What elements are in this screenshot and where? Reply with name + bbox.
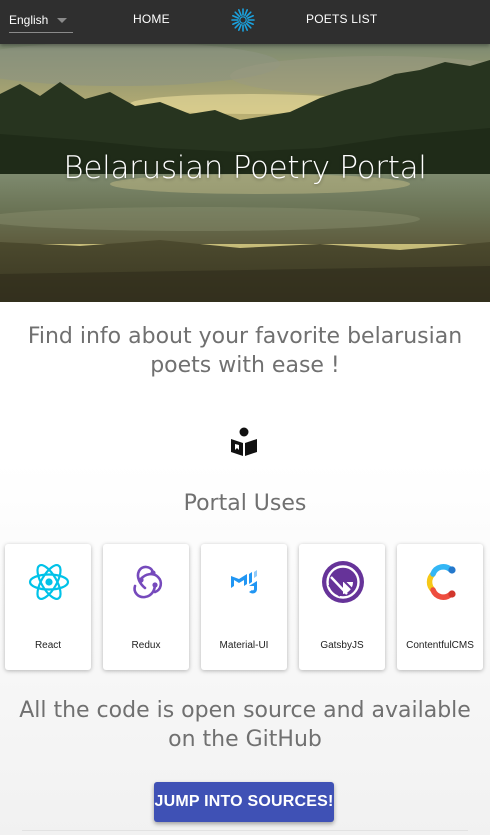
hero-title: Belarusian Poetry Portal — [63, 150, 427, 186]
hero-banner: Belarusian Poetry Portal — [0, 44, 490, 302]
redux-icon — [133, 565, 163, 599]
jump-into-sources-button[interactable]: JUMP INTO SOURCES! — [154, 782, 334, 822]
top-navbar: English HOME POETS LIST — [0, 0, 490, 44]
main-content: Find info about your favorite belarusian… — [0, 302, 490, 835]
card-label: React — [34, 640, 62, 651]
sunburst-logo-icon[interactable] — [230, 7, 256, 33]
open-source-text: All the code is open source and availabl… — [19, 698, 471, 752]
react-icon — [28, 564, 70, 600]
nav-home-link[interactable]: HOME — [133, 12, 170, 26]
card-label: Material-UI — [219, 640, 269, 651]
language-select-value: English — [9, 13, 49, 27]
contentful-icon — [426, 564, 456, 600]
card-gatsbyjs[interactable]: GatsbyJS — [299, 544, 385, 670]
card-label: GatsbyJS — [320, 640, 364, 651]
nav-poets-list-link[interactable]: POETS LIST — [306, 12, 377, 26]
gatsby-icon — [322, 561, 364, 603]
language-select[interactable]: English — [9, 11, 73, 33]
card-redux[interactable]: Redux — [103, 544, 189, 670]
card-label: ContentfulCMS — [406, 640, 474, 651]
technology-cards: React Redux Material-UI GatsbyJS Content… — [5, 544, 485, 670]
chevron-down-icon — [57, 18, 67, 23]
card-react[interactable]: React — [5, 544, 91, 670]
material-ui-icon — [231, 570, 257, 594]
card-contentfulcms[interactable]: ContentfulCMS — [397, 544, 483, 670]
tagline-text: Find info about your favorite belarusian… — [27, 324, 463, 378]
divider — [22, 830, 468, 831]
card-material-ui[interactable]: Material-UI — [201, 544, 287, 670]
portal-uses-heading: Portal Uses — [183, 491, 307, 516]
book-reader-icon — [231, 427, 257, 456]
card-label: Redux — [131, 640, 161, 651]
